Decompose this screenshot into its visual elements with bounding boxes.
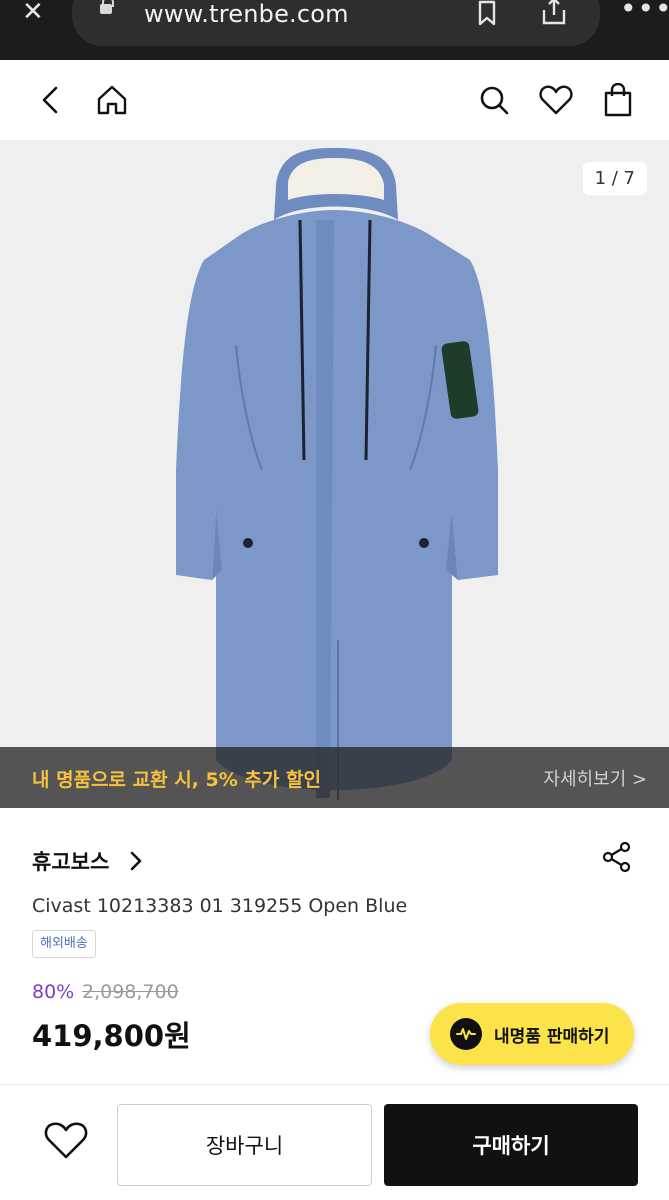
bottom-divider — [0, 1084, 669, 1085]
browser-bar: ✕ www.trenbe.com ••• — [0, 0, 669, 60]
shipping-badge: 해외배송 — [32, 930, 96, 958]
lock-icon — [100, 0, 114, 14]
heart-icon[interactable] — [538, 82, 574, 118]
app-header — [0, 60, 669, 140]
bookmark-icon[interactable] — [474, 0, 500, 30]
add-to-cart-button[interactable]: 장바구니 — [117, 1104, 372, 1186]
back-icon[interactable] — [32, 82, 68, 118]
url-text[interactable]: www.trenbe.com — [144, 0, 349, 28]
product-name: Civast 10213383 01 319255 Open Blue — [32, 895, 408, 917]
product-image-gallery[interactable]: 1 / 7 내 명품으로 교환 시, 5% 추가 할인 자세히보기 > — [0, 140, 669, 808]
brand-name[interactable]: 휴고보스 — [32, 846, 109, 876]
sell-button-label: 내명품 판매하기 — [494, 1026, 610, 1047]
wishlist-heart-icon[interactable] — [44, 1120, 88, 1164]
buy-now-button[interactable]: 구매하기 — [384, 1104, 638, 1186]
original-price: 2,098,700 — [82, 981, 179, 1003]
search-icon[interactable] — [476, 82, 512, 118]
home-icon[interactable] — [94, 82, 130, 118]
more-icon[interactable]: ••• — [620, 0, 669, 25]
share-icon[interactable] — [540, 0, 568, 30]
sale-price: 419,800원 — [32, 1019, 191, 1053]
share-product-icon[interactable] — [600, 840, 634, 878]
chevron-right-icon[interactable] — [128, 850, 144, 876]
image-counter: 1 / 7 — [582, 162, 647, 195]
promo-text: 내 명품으로 교환 시, 5% 추가 할인 — [32, 769, 321, 791]
shopping-bag-icon[interactable] — [600, 82, 636, 118]
exchange-promo-banner[interactable]: 내 명품으로 교환 시, 5% 추가 할인 자세히보기 > — [0, 747, 669, 808]
address-bar[interactable]: www.trenbe.com — [72, 0, 600, 46]
pulse-icon — [450, 1018, 482, 1050]
sell-my-luxury-button[interactable]: 내명품 판매하기 — [430, 1003, 634, 1065]
discount-rate: 80% — [32, 981, 75, 1003]
close-icon[interactable]: ✕ — [22, 0, 44, 25]
promo-details-link[interactable]: 자세히보기 > — [543, 765, 647, 791]
coat-image — [176, 148, 498, 800]
